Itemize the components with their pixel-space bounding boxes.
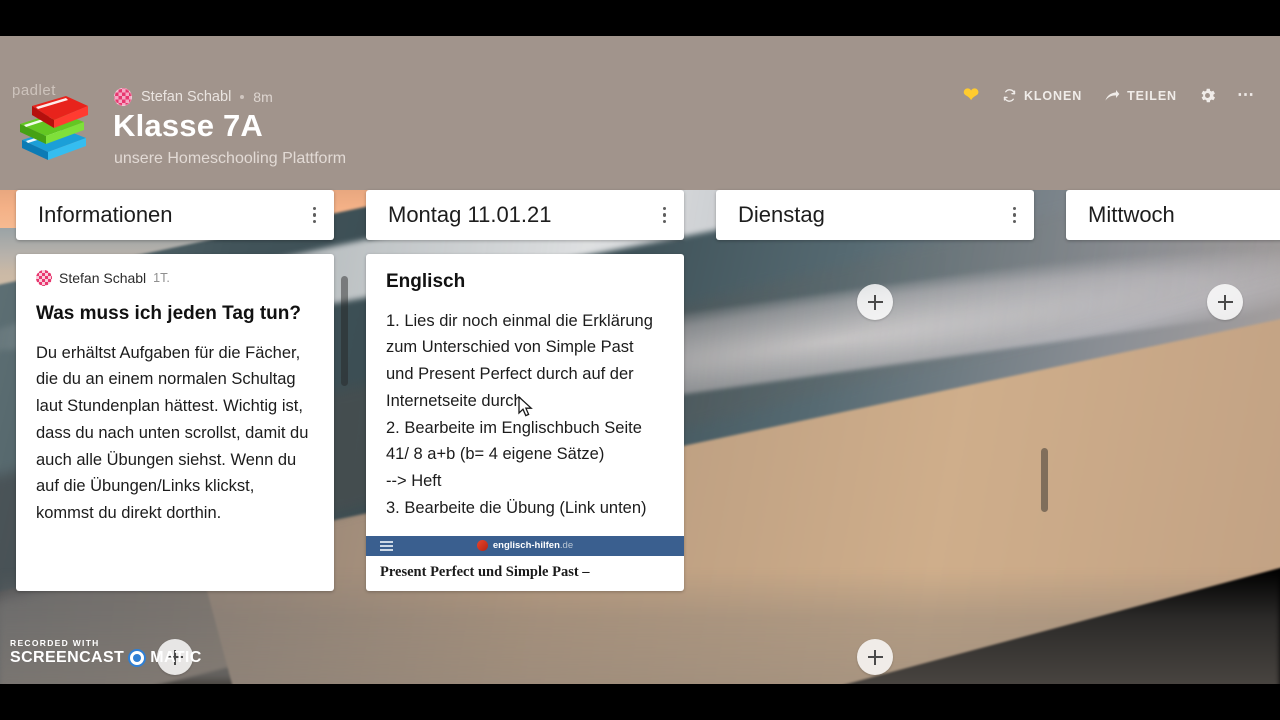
add-post-button[interactable] — [1207, 284, 1243, 320]
books-stack-icon — [20, 96, 88, 160]
column-title: Montag 11.01.21 — [388, 202, 552, 227]
card-title: Was muss ich jeden Tag tun? — [36, 303, 301, 324]
column-title: Dienstag — [738, 202, 825, 227]
embed-headline: Present Perfect und Simple Past – — [366, 555, 684, 581]
embed-site-name: englisch-hilfen — [492, 540, 560, 551]
englisch-hilfen-logo-icon — [476, 540, 488, 551]
clone-button[interactable]: KLONEN — [991, 82, 1093, 109]
column-informationen: Informationen Stefan Schabl 1T. Was muss… — [16, 190, 348, 675]
plus-icon — [1217, 294, 1233, 310]
hamburger-icon[interactable] — [380, 540, 393, 551]
column-body: Stefan Schabl 1T. Was muss ich jeden Tag… — [16, 254, 334, 591]
plus-icon — [867, 294, 883, 310]
column-montag: Montag 11.01.21 Englisch 1. Lies dir noc… — [366, 190, 1048, 675]
column-dienstag: Dienstag — [716, 190, 1034, 320]
column-title: Mittwoch — [1088, 202, 1175, 227]
embed-navbar: englisch-hilfen.de — [366, 535, 684, 556]
share-arrow-icon — [1104, 89, 1120, 103]
avatar — [36, 270, 52, 286]
link-preview-embed[interactable]: englisch-hilfen.de Present Perfect und S… — [366, 535, 684, 581]
column-title: Informationen — [38, 202, 173, 227]
letterbox-bottom — [0, 684, 1280, 720]
plus-icon — [867, 649, 883, 665]
record-dot-icon — [128, 649, 147, 667]
column-header[interactable]: Montag 11.01.21 — [366, 190, 684, 240]
author-name: Stefan Schabl — [141, 89, 232, 105]
card-body: Du erhältst Aufgaben für die Fächer, die… — [36, 343, 313, 523]
header-toolbar: ❤ KLONEN TEILEN ⋯ — [952, 80, 1266, 111]
card-author: Stefan Schabl — [59, 270, 147, 286]
card[interactable]: Stefan Schabl 1T. Was muss ich jeden Tag… — [16, 254, 334, 591]
column-body: Englisch 1. Lies dir noch einmal die Erk… — [366, 254, 684, 591]
page-subtitle[interactable]: unsere Homeschooling Plattform — [114, 150, 346, 168]
card[interactable]: Englisch 1. Lies dir noch einmal die Erk… — [366, 254, 684, 591]
column-mittwoch: Mittwoch — [1066, 190, 1280, 320]
embed-brand: englisch-hilfen.de — [476, 540, 574, 551]
add-post-button[interactable] — [857, 284, 893, 320]
column-header[interactable]: Dienstag — [716, 190, 1034, 240]
card-author-meta: Stefan Schabl 1T. — [36, 270, 314, 286]
watermark-logo-row: SCREENCAST MATIC — [10, 649, 202, 667]
column-header[interactable]: Informationen — [16, 190, 334, 240]
kebab-menu-icon[interactable] — [309, 203, 321, 228]
padlet-header: padlet Stefan Schabl 8m Klasse 7A unsere… — [0, 36, 1280, 190]
board: Informationen Stefan Schabl 1T. Was muss… — [0, 190, 1280, 684]
watermark-word-screencast: SCREENCAST — [10, 649, 125, 666]
clone-icon — [1002, 88, 1017, 103]
add-post-button[interactable] — [857, 639, 893, 675]
screencast-o-matic-watermark: RECORDED WITH SCREENCAST MATIC — [10, 638, 202, 667]
column-scrollbar[interactable] — [341, 276, 348, 386]
page-title[interactable]: Klasse 7A — [113, 108, 263, 144]
meta-separator-dot — [240, 95, 245, 99]
clone-label: KLONEN — [1023, 88, 1083, 103]
gear-icon — [1198, 86, 1217, 105]
share-label: TEILEN — [1127, 88, 1177, 103]
more-button[interactable]: ⋯ — [1227, 84, 1266, 106]
letterbox-top — [0, 0, 1280, 36]
favorite-button[interactable]: ❤ — [952, 80, 991, 111]
card-age: 1T. — [153, 271, 170, 285]
watermark-recorded-with: RECORDED WITH — [10, 638, 100, 648]
column-header[interactable]: Mittwoch — [1066, 190, 1280, 240]
wall-age: 8m — [253, 89, 273, 105]
avatar — [114, 88, 132, 106]
watermark-word-matic: MATIC — [150, 649, 202, 666]
embed-site-tld: .de — [559, 540, 574, 551]
kebab-menu-icon[interactable] — [1009, 203, 1021, 228]
column-scrollbar[interactable] — [1041, 448, 1048, 512]
more-horizontal-icon: ⋯ — [1237, 85, 1256, 105]
heart-icon: ❤ — [963, 85, 980, 106]
settings-button[interactable] — [1188, 80, 1227, 111]
kebab-menu-icon[interactable] — [659, 203, 671, 228]
share-button[interactable]: TEILEN — [1093, 83, 1188, 109]
screen-root: padlet Stefan Schabl 8m Klasse 7A unsere… — [0, 0, 1280, 720]
wall-author-meta: Stefan Schabl 8m — [114, 88, 273, 106]
mouse-pointer-icon — [518, 396, 533, 417]
card-title: Englisch — [386, 271, 466, 292]
